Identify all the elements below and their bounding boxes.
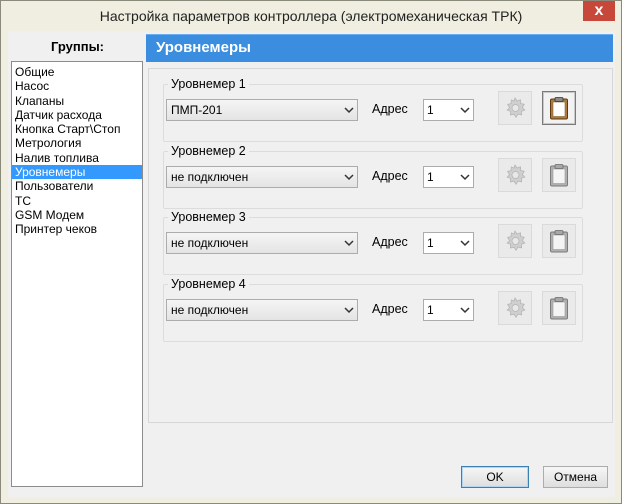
clipboard-button[interactable] bbox=[542, 291, 576, 325]
gauge-title: Уровнемер 4 bbox=[168, 276, 249, 292]
group-item-flow-sensor[interactable]: Датчик расхода bbox=[12, 108, 142, 122]
address-value: 1 bbox=[427, 236, 434, 250]
chevron-down-icon bbox=[344, 240, 354, 247]
section-title: Уровнемеры bbox=[156, 39, 251, 56]
groups-list[interactable]: Общие Насос Клапаны Датчик расхода Кнопк… bbox=[11, 61, 143, 487]
gauge-group-4: Уровнемер 4 не подключен Адрес 1 bbox=[163, 276, 583, 342]
address-label: Адрес bbox=[372, 302, 408, 316]
gear-icon bbox=[506, 164, 526, 186]
gauge-title: Уровнемер 2 bbox=[168, 143, 249, 159]
clipboard-icon bbox=[550, 164, 568, 187]
clipboard-icon bbox=[550, 97, 568, 120]
settings-button[interactable] bbox=[498, 158, 532, 192]
clipboard-button[interactable] bbox=[542, 158, 576, 192]
gear-icon bbox=[506, 297, 526, 319]
dialog-client: Группы: Общие Насос Клапаны Датчик расхо… bbox=[8, 31, 615, 497]
address-select[interactable]: 1 bbox=[423, 166, 474, 188]
group-item-gsm-modem[interactable]: GSM Модем bbox=[12, 208, 142, 222]
group-item-fuel-dispense[interactable]: Налив топлива bbox=[12, 151, 142, 165]
group-item-ts[interactable]: ТС bbox=[12, 194, 142, 208]
title-bar[interactable]: Настройка параметров контроллера (электр… bbox=[1, 1, 621, 31]
gauge-type-value: не подключен bbox=[171, 236, 249, 250]
gauge-title: Уровнемер 1 bbox=[168, 76, 249, 92]
gauge-type-value: не подключен bbox=[171, 170, 249, 184]
gauges-panel: Уровнемер 1 ПМП-201 Адрес 1 Уровнемер 2 … bbox=[148, 68, 613, 423]
address-label: Адрес bbox=[372, 102, 408, 116]
gauge-type-select[interactable]: ПМП-201 bbox=[166, 99, 358, 121]
clipboard-icon bbox=[550, 297, 568, 320]
group-item-start-stop[interactable]: Кнопка Старт\Стоп bbox=[12, 122, 142, 136]
window-title: Настройка параметров контроллера (электр… bbox=[99, 8, 523, 24]
gauge-group-3: Уровнемер 3 не подключен Адрес 1 bbox=[163, 209, 583, 275]
address-label: Адрес bbox=[372, 169, 408, 183]
address-select[interactable]: 1 bbox=[423, 299, 474, 321]
gauge-type-select[interactable]: не подключен bbox=[166, 232, 358, 254]
clipboard-button[interactable] bbox=[542, 224, 576, 258]
gauge-type-value: ПМП-201 bbox=[171, 103, 223, 117]
gauge-group-1: Уровнемер 1 ПМП-201 Адрес 1 bbox=[163, 76, 583, 142]
group-item-valves[interactable]: Клапаны bbox=[12, 94, 142, 108]
group-item-level-gauges[interactable]: Уровнемеры bbox=[12, 165, 142, 180]
group-item-pump[interactable]: Насос bbox=[12, 79, 142, 93]
chevron-down-icon bbox=[460, 240, 470, 247]
gear-icon bbox=[506, 97, 526, 119]
settings-button[interactable] bbox=[498, 291, 532, 325]
gauge-type-select[interactable]: не подключен bbox=[166, 166, 358, 188]
gear-icon bbox=[506, 230, 526, 252]
chevron-down-icon bbox=[344, 307, 354, 314]
group-item-metrology[interactable]: Метрология bbox=[12, 136, 142, 150]
chevron-down-icon bbox=[460, 107, 470, 114]
chevron-down-icon bbox=[460, 174, 470, 181]
group-item-users[interactable]: Пользователи bbox=[12, 179, 142, 193]
settings-button[interactable] bbox=[498, 224, 532, 258]
address-select[interactable]: 1 bbox=[423, 232, 474, 254]
group-item-receipt-printer[interactable]: Принтер чеков bbox=[12, 222, 142, 236]
chevron-down-icon bbox=[344, 107, 354, 114]
gauge-title: Уровнемер 3 bbox=[168, 209, 249, 225]
clipboard-icon bbox=[550, 230, 568, 253]
clipboard-button[interactable] bbox=[542, 91, 576, 125]
dialog-window: Настройка параметров контроллера (электр… bbox=[0, 0, 622, 504]
gauge-type-value: не подключен bbox=[171, 303, 249, 317]
group-item-general[interactable]: Общие bbox=[12, 65, 142, 79]
groups-label: Группы: bbox=[50, 39, 104, 54]
gauge-group-2: Уровнемер 2 не подключен Адрес 1 bbox=[163, 143, 583, 209]
ok-button[interactable]: OK bbox=[461, 466, 529, 488]
gauge-type-select[interactable]: не подключен bbox=[166, 299, 358, 321]
cancel-button[interactable]: Отмена bbox=[543, 466, 608, 488]
section-header: Уровнемеры bbox=[146, 34, 613, 62]
settings-button[interactable] bbox=[498, 91, 532, 125]
close-icon: x bbox=[594, 2, 604, 19]
chevron-down-icon bbox=[460, 307, 470, 314]
address-value: 1 bbox=[427, 170, 434, 184]
address-select[interactable]: 1 bbox=[423, 99, 474, 121]
chevron-down-icon bbox=[344, 174, 354, 181]
close-button[interactable]: x bbox=[583, 1, 615, 21]
address-value: 1 bbox=[427, 103, 434, 117]
address-label: Адрес bbox=[372, 235, 408, 249]
address-value: 1 bbox=[427, 303, 434, 317]
